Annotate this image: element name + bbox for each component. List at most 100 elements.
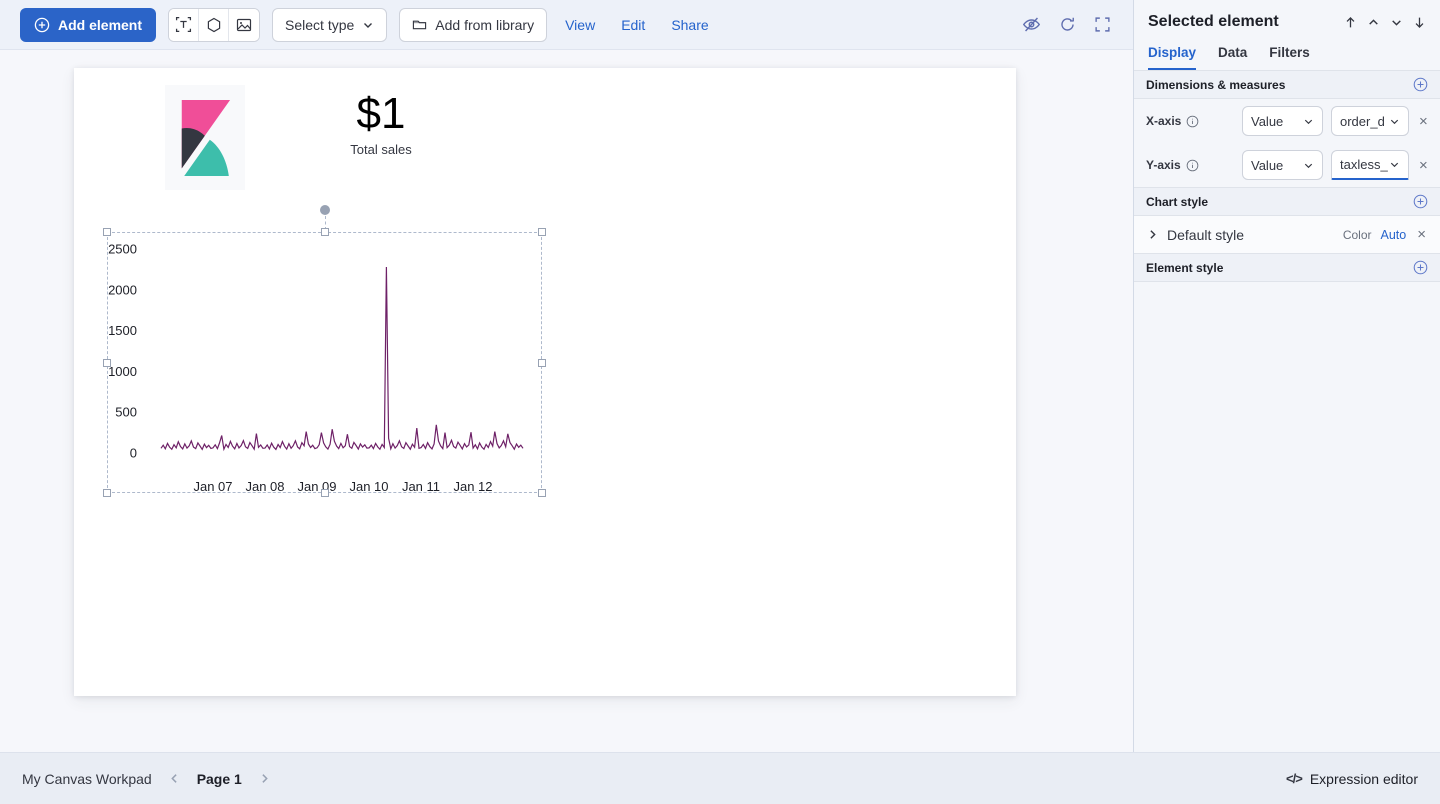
sidebar-selected-element: Selected element Display Data Filters	[1133, 0, 1440, 752]
shape-hexagon-icon	[206, 17, 222, 33]
move-down-button[interactable]	[1390, 16, 1403, 29]
add-chart-style-button[interactable]	[1413, 194, 1428, 209]
element-style-title: Element style	[1146, 261, 1223, 275]
page-indicator[interactable]: Page 1	[197, 771, 242, 787]
previous-page-button[interactable]	[168, 772, 181, 785]
chevron-right-icon	[1146, 228, 1159, 241]
svg-text:Jan 11: Jan 11	[402, 479, 440, 493]
resize-handle-top-left[interactable]	[103, 228, 111, 236]
chevron-right-icon	[258, 772, 271, 785]
rotate-handle[interactable]	[320, 205, 330, 215]
image-icon	[236, 17, 252, 33]
svg-text:500: 500	[115, 405, 137, 420]
hide-editing-controls-button[interactable]	[1022, 15, 1041, 34]
default-style-meta: Color Auto ×	[1343, 225, 1428, 244]
move-to-bottom-button[interactable]	[1413, 16, 1426, 29]
resize-handle-bottom-right[interactable]	[538, 489, 546, 497]
add-element-style-button[interactable]	[1413, 260, 1428, 275]
svg-text:1500: 1500	[108, 323, 137, 338]
color-auto-link[interactable]: Auto	[1381, 228, 1407, 242]
sales-line-chart: 05001000150020002500Jan 07Jan 08Jan 09Ja…	[107, 232, 542, 493]
default-style-row: Default style Color Auto ×	[1134, 216, 1440, 253]
workpad-name[interactable]: My Canvas Workpad	[22, 771, 152, 787]
metric-element[interactable]: $1 Total sales	[301, 91, 461, 157]
resize-handle-mid-left[interactable]	[103, 359, 111, 367]
eye-slash-icon	[1022, 15, 1041, 34]
select-type-label: Select type	[285, 17, 354, 33]
info-icon	[1186, 115, 1199, 128]
remove-style-button[interactable]: ×	[1415, 225, 1428, 244]
move-to-top-button[interactable]	[1344, 16, 1357, 29]
code-icon: </>	[1286, 771, 1302, 786]
remove-y-axis-button[interactable]: ×	[1417, 156, 1430, 175]
fullscreen-button[interactable]	[1094, 16, 1111, 33]
svg-text:1000: 1000	[108, 364, 137, 379]
x-axis-arg-value: Value	[1251, 114, 1283, 129]
svg-text:Jan 10: Jan 10	[349, 479, 388, 493]
resize-handle-top-center[interactable]	[321, 228, 329, 236]
resize-handle-mid-right[interactable]	[538, 359, 546, 367]
svg-text:Jan 08: Jan 08	[245, 479, 284, 493]
share-menu[interactable]: Share	[671, 17, 708, 33]
expression-editor-label: Expression editor	[1310, 771, 1418, 787]
add-dimension-button[interactable]	[1413, 77, 1428, 92]
chart-element-selected[interactable]: 05001000150020002500Jan 07Jan 08Jan 09Ja…	[107, 232, 542, 493]
add-element-button[interactable]: Add element	[20, 8, 156, 42]
add-shape-button[interactable]	[199, 9, 229, 41]
tab-filters[interactable]: Filters	[1269, 45, 1310, 70]
element-style-section-header: Element style	[1134, 253, 1440, 282]
image-element[interactable]	[165, 85, 245, 190]
sidebar-tabs: Display Data Filters	[1134, 39, 1440, 70]
resize-handle-top-right[interactable]	[538, 228, 546, 236]
metric-value: $1	[301, 91, 461, 137]
y-axis-arg-select[interactable]: Value	[1242, 150, 1323, 180]
refresh-button[interactable]	[1059, 16, 1076, 33]
y-axis-label-group: Y-axis	[1146, 158, 1234, 172]
default-style-label: Default style	[1167, 227, 1335, 243]
y-axis-field-select[interactable]: taxless_	[1331, 150, 1409, 180]
canvas-workspace[interactable]: $1 Total sales 05001000150020002500Jan 0…	[0, 50, 1133, 752]
workpad-page[interactable]: $1 Total sales 05001000150020002500Jan 0…	[74, 68, 1016, 696]
expression-editor-toggle[interactable]: </> Expression editor	[1286, 771, 1418, 787]
select-type-dropdown[interactable]: Select type	[272, 8, 387, 42]
toolbar-right-group	[1022, 15, 1117, 34]
svg-text:Jan 12: Jan 12	[453, 479, 492, 493]
sidebar-title: Selected element	[1148, 13, 1279, 31]
add-image-button[interactable]	[229, 9, 259, 41]
layer-order-controls	[1344, 16, 1426, 29]
resize-handle-bottom-center[interactable]	[321, 489, 329, 497]
next-page-button[interactable]	[258, 772, 271, 785]
resize-handle-bottom-left[interactable]	[103, 489, 111, 497]
arrow-bottom-icon	[1413, 16, 1426, 29]
tab-display[interactable]: Display	[1148, 45, 1196, 70]
x-axis-field-value: order_d	[1340, 114, 1385, 129]
info-icon	[1186, 159, 1199, 172]
canvas-app: Add element	[0, 0, 1440, 804]
x-axis-label: X-axis	[1146, 114, 1181, 128]
top-toolbar: Add element	[0, 0, 1133, 50]
x-axis-field-select[interactable]: order_d	[1331, 106, 1409, 136]
toolbar-left-group: Add element	[20, 8, 1022, 42]
view-menu[interactable]: View	[565, 17, 595, 33]
accordion-chevron-button[interactable]	[1146, 228, 1159, 241]
y-axis-label: Y-axis	[1146, 158, 1181, 172]
chevron-down-icon	[362, 19, 374, 31]
arrow-top-icon	[1344, 16, 1357, 29]
dimensions-title: Dimensions & measures	[1146, 78, 1285, 92]
quick-create-group	[168, 8, 260, 42]
add-from-library-button[interactable]: Add from library	[399, 8, 547, 42]
remove-x-axis-button[interactable]: ×	[1417, 112, 1430, 131]
chevron-up-icon	[1367, 16, 1380, 29]
tab-data[interactable]: Data	[1218, 45, 1247, 70]
x-axis-arg-select[interactable]: Value	[1242, 106, 1323, 136]
svg-text:Jan 09: Jan 09	[297, 479, 336, 493]
svg-text:2500: 2500	[108, 242, 137, 257]
move-up-button[interactable]	[1367, 16, 1380, 29]
svg-text:0: 0	[130, 446, 137, 461]
add-text-button[interactable]	[169, 9, 199, 41]
text-element-icon	[175, 16, 192, 33]
dimensions-section-header: Dimensions & measures	[1134, 70, 1440, 99]
edit-menu[interactable]: Edit	[621, 17, 645, 33]
chevron-left-icon	[168, 772, 181, 785]
footer-bar: My Canvas Workpad Page 1 </> Expression …	[0, 752, 1440, 804]
